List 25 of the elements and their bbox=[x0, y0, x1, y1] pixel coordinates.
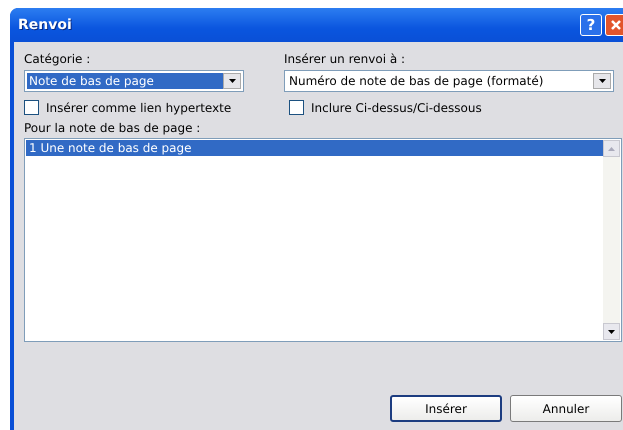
dropdown-button[interactable] bbox=[593, 73, 611, 89]
list-item[interactable]: 1 Une note de bas de page bbox=[26, 140, 603, 156]
close-button[interactable] bbox=[605, 14, 623, 36]
dialog-button[interactable]: Insérer bbox=[390, 395, 502, 422]
up-arrow-icon bbox=[608, 146, 615, 150]
dialog-button[interactable]: Annuler bbox=[510, 395, 622, 422]
scrollbar[interactable] bbox=[603, 140, 620, 340]
window-title: Renvoi bbox=[18, 17, 73, 33]
list-label: Pour la note de bas de page : bbox=[24, 121, 202, 135]
field-label: Insérer un renvoi à : bbox=[284, 52, 406, 66]
list-box[interactable]: 1 Une note de bas de page bbox=[24, 138, 622, 342]
down-arrow-icon bbox=[608, 330, 615, 334]
field-label: Catégorie : bbox=[24, 52, 92, 66]
help-button[interactable]: ? bbox=[580, 14, 602, 36]
dropdown[interactable]: Numéro de note de bas de page (formaté) bbox=[284, 70, 614, 92]
checkbox-option[interactable]: Insérer comme lien hypertexte bbox=[24, 100, 279, 115]
dropdown-button[interactable] bbox=[223, 73, 241, 89]
checkbox[interactable] bbox=[289, 100, 304, 115]
scroll-down-button[interactable] bbox=[603, 323, 620, 340]
dropdown[interactable]: Note de bas de page bbox=[24, 70, 244, 92]
checkbox[interactable] bbox=[24, 100, 39, 115]
checkbox-option[interactable]: Inclure Ci-dessus/Ci-dessous bbox=[289, 100, 482, 115]
close-icon bbox=[610, 19, 622, 31]
caret-icon bbox=[228, 79, 236, 83]
caret-icon bbox=[598, 79, 606, 83]
